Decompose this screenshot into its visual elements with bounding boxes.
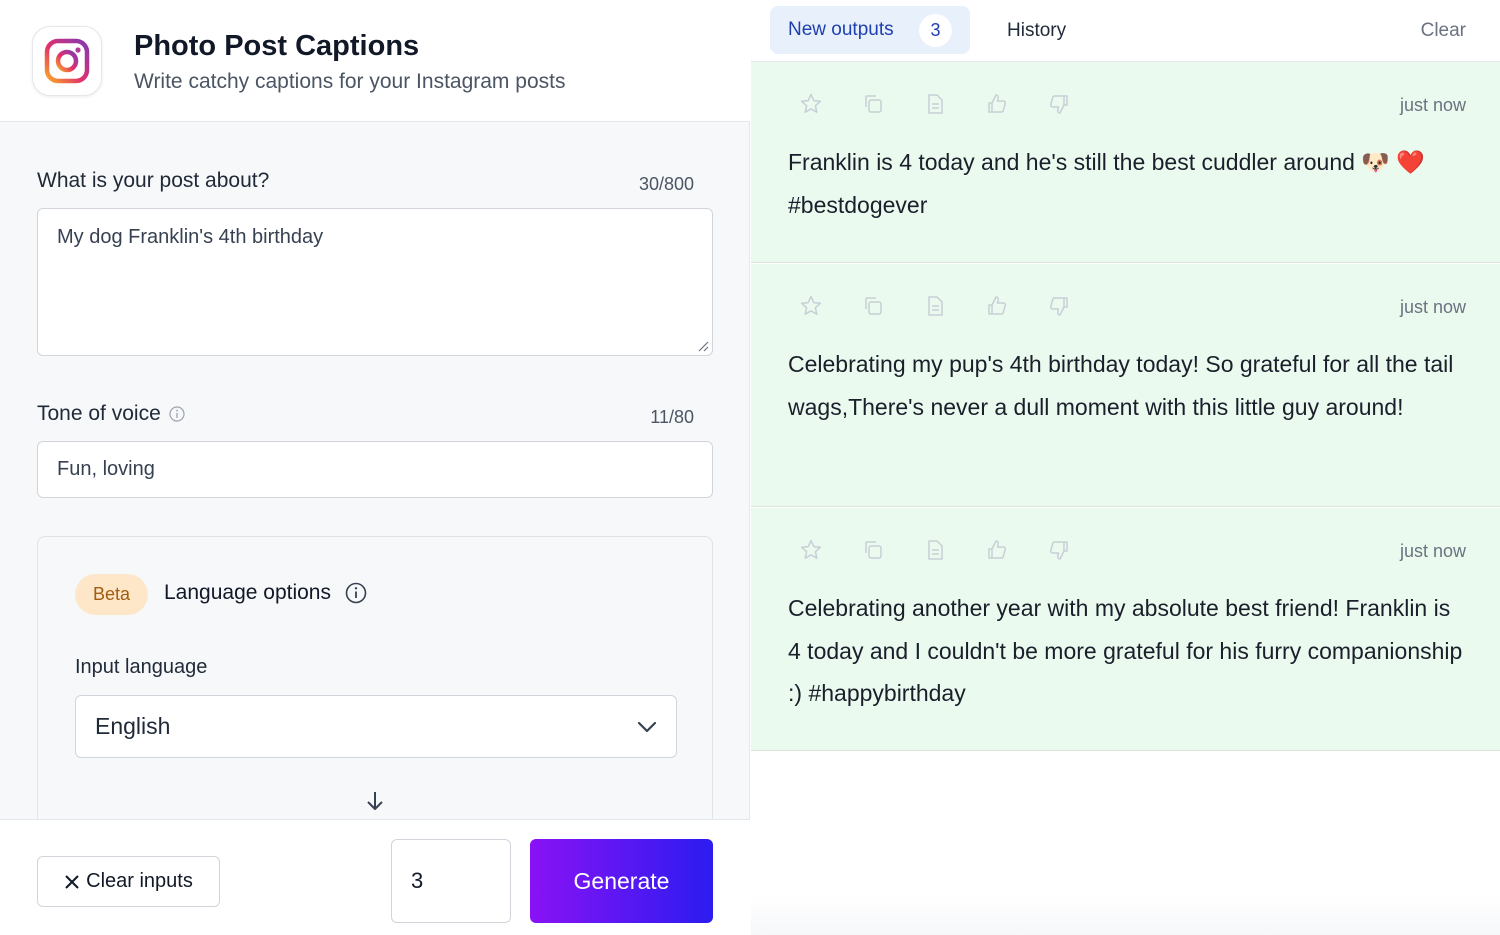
star-icon[interactable]: [799, 92, 823, 116]
thumbs-up-icon[interactable]: [985, 538, 1009, 562]
document-icon[interactable]: [923, 538, 947, 562]
info-icon[interactable]: [345, 582, 367, 604]
output-count-input[interactable]: 3: [391, 839, 511, 923]
output-toolbar: [799, 538, 1071, 562]
output-card: just now Franklin is 4 today and he's st…: [751, 62, 1500, 263]
page-title: Photo Post Captions: [134, 30, 420, 62]
clear-inputs-button[interactable]: Clear inputs: [37, 856, 220, 907]
copy-icon[interactable]: [861, 294, 885, 318]
tab-new-outputs[interactable]: New outputs 3: [770, 6, 970, 54]
post-about-value: My dog Franklin's 4th birthday: [57, 226, 324, 248]
output-timestamp: just now: [1399, 297, 1466, 317]
instagram-icon: [32, 26, 102, 96]
tab-history[interactable]: History: [1007, 20, 1066, 42]
tone-input[interactable]: Fun, loving: [37, 441, 713, 498]
tone-counter: 11/80: [650, 407, 694, 427]
input-language-label: Input language: [75, 656, 208, 678]
output-toolbar: [799, 92, 1071, 116]
clear-inputs-label: Clear inputs: [86, 870, 193, 892]
tone-value: Fun, loving: [57, 458, 155, 480]
thumbs-down-icon[interactable]: [1047, 294, 1071, 318]
output-timestamp: just now: [1399, 541, 1466, 561]
post-about-counter: 30/800: [638, 174, 694, 194]
input-language-value: English: [95, 713, 171, 739]
tab-new-outputs-label: New outputs: [788, 19, 894, 40]
close-icon: [65, 874, 79, 889]
language-options-label: Language options: [164, 581, 331, 604]
output-card: just now Celebrating my pup's 4th birthd…: [751, 264, 1500, 507]
output-timestamp: just now: [1399, 95, 1466, 115]
new-outputs-count-badge: 3: [919, 14, 952, 47]
output-card: just now Celebrating another year with m…: [751, 508, 1500, 751]
output-text: Celebrating my pup's 4th birthday today!…: [788, 351, 1454, 420]
language-options-title: Language options: [164, 581, 367, 605]
beta-badge: Beta: [75, 574, 149, 615]
form-footer: Clear inputs 3 Generate: [0, 819, 750, 935]
page-subtitle: Write catchy captions for your Instagram…: [134, 70, 566, 93]
post-about-label: What is your post about?: [37, 169, 269, 193]
output-text: Franklin is 4 today and he's still the b…: [788, 149, 1425, 218]
document-icon[interactable]: [923, 294, 947, 318]
clear-outputs-button[interactable]: Clear: [1421, 20, 1466, 42]
tone-label: Tone of voice: [37, 402, 185, 426]
outputs-tabs: New outputs 3 History Clear: [751, 0, 1500, 62]
chevron-down-icon: [637, 721, 657, 732]
star-icon[interactable]: [799, 538, 823, 562]
thumbs-up-icon[interactable]: [985, 92, 1009, 116]
thumbs-down-icon[interactable]: [1047, 538, 1071, 562]
star-icon[interactable]: [799, 294, 823, 318]
post-about-textarea[interactable]: My dog Franklin's 4th birthday: [37, 208, 713, 356]
post-about-label-text: What is your post about?: [37, 169, 270, 192]
copy-icon[interactable]: [861, 92, 885, 116]
resize-handle-icon[interactable]: [697, 340, 709, 352]
input-language-select[interactable]: English: [75, 695, 677, 758]
arrow-down-icon: [367, 792, 383, 810]
bottom-fade: [751, 895, 1500, 935]
app-header: Photo Post Captions Write catchy caption…: [0, 0, 750, 122]
output-text: Celebrating another year with my absolut…: [788, 595, 1463, 706]
output-toolbar: [799, 294, 1071, 318]
generate-button[interactable]: Generate: [530, 839, 713, 923]
output-count-value: 3: [411, 868, 424, 893]
input-panel: Photo Post Captions Write catchy caption…: [0, 0, 750, 935]
language-options-panel: Beta Language options Input language Eng…: [37, 536, 713, 836]
document-icon[interactable]: [923, 92, 947, 116]
thumbs-up-icon[interactable]: [985, 294, 1009, 318]
outputs-panel: New outputs 3 History Clear just now Fra…: [751, 0, 1500, 935]
copy-icon[interactable]: [861, 538, 885, 562]
info-icon[interactable]: [169, 406, 185, 422]
tone-label-text: Tone of voice: [37, 402, 161, 425]
thumbs-down-icon[interactable]: [1047, 92, 1071, 116]
